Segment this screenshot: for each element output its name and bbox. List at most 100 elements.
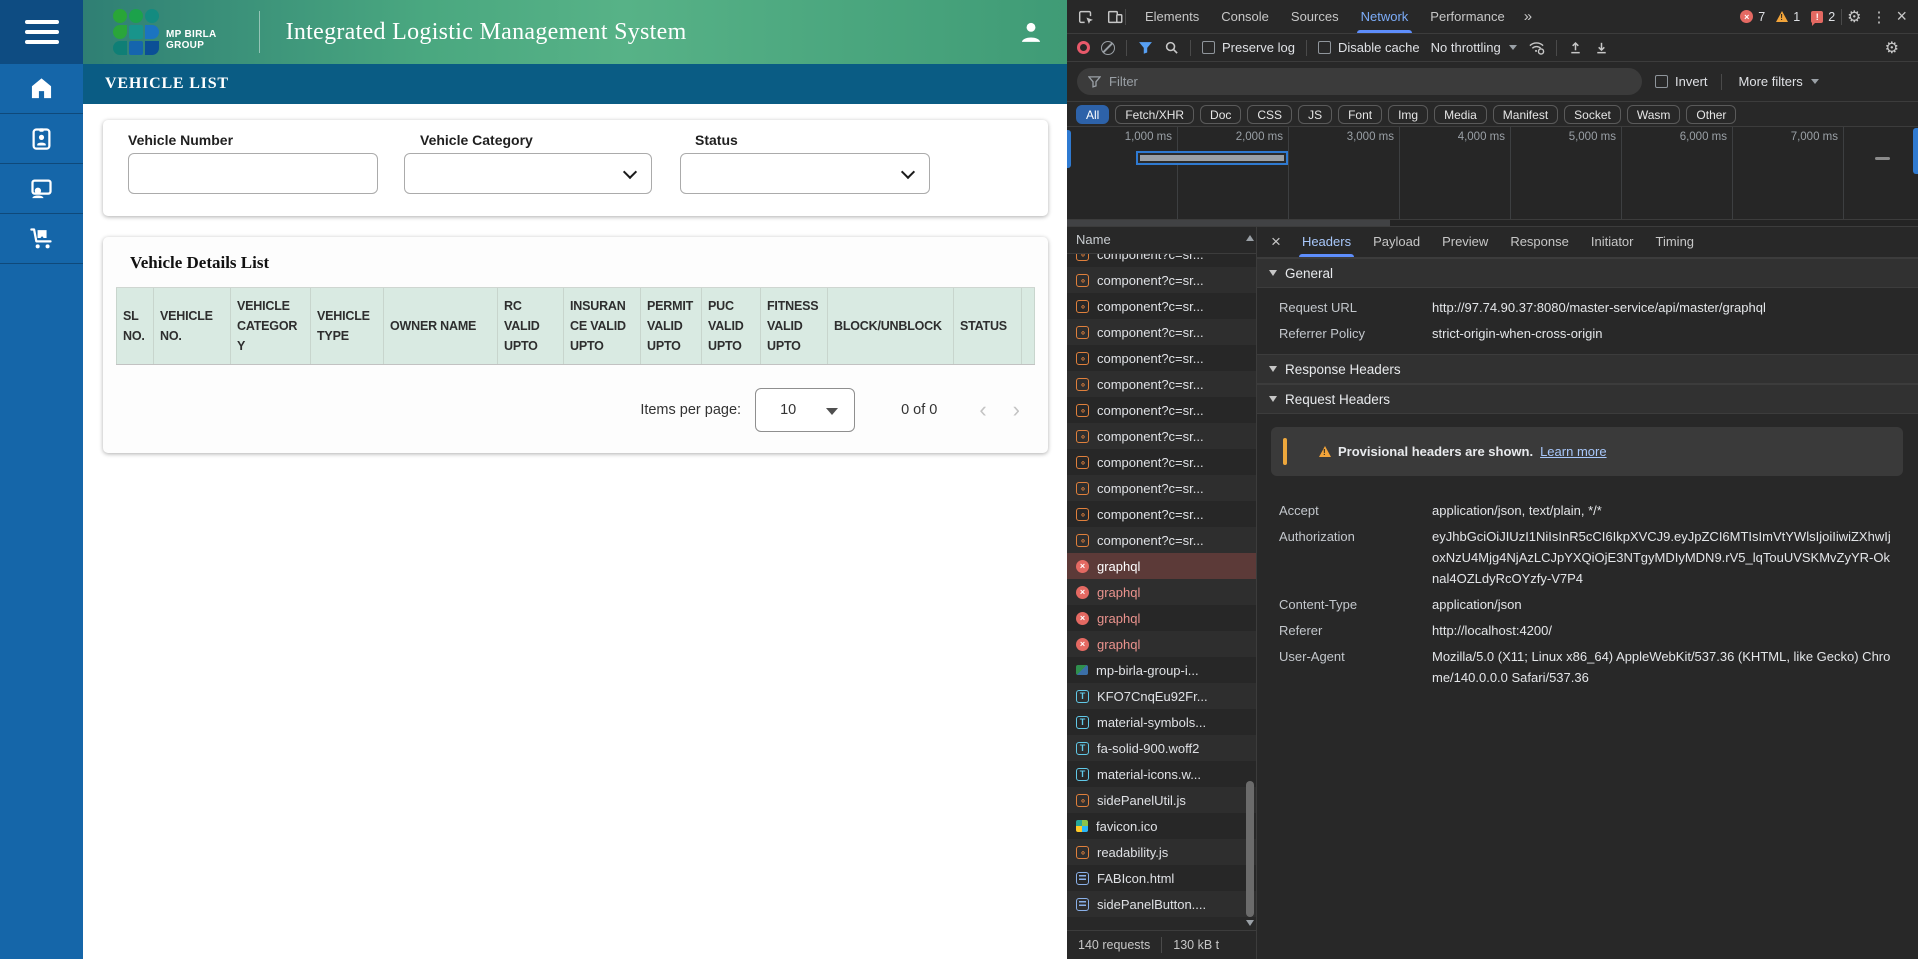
preserve-log-checkbox[interactable]: Preserve log <box>1202 40 1295 55</box>
request-row[interactable]: component?c=sr... <box>1067 345 1256 371</box>
details-tab[interactable]: Preview <box>1431 227 1499 257</box>
invert-checkbox[interactable]: Invert <box>1655 74 1708 89</box>
request-row[interactable]: graphql <box>1067 553 1256 579</box>
request-row[interactable]: component?c=sr... <box>1067 423 1256 449</box>
next-page-button[interactable]: › <box>1013 399 1020 421</box>
inspect-element-icon[interactable] <box>1076 7 1096 27</box>
disable-cache-checkbox[interactable]: Disable cache <box>1317 40 1420 55</box>
scroll-up-icon[interactable] <box>1246 235 1254 241</box>
filter-input[interactable] <box>1109 74 1631 89</box>
error-badge-icon[interactable]: × <box>1740 10 1754 23</box>
issues-badge-icon[interactable]: ! <box>1811 10 1824 26</box>
devtools-tab[interactable]: Elements <box>1134 0 1210 33</box>
type-filter-chip[interactable]: Media <box>1434 104 1487 124</box>
more-filters-button[interactable]: More filters <box>1739 74 1819 89</box>
page-size-select[interactable]: 10 <box>755 388 856 432</box>
request-row[interactable]: graphql <box>1067 605 1256 631</box>
menu-icon[interactable] <box>24 20 59 44</box>
request-row[interactable]: sidePanelUtil.js <box>1067 787 1256 813</box>
type-filter-chip[interactable]: Font <box>1338 104 1383 124</box>
details-tab[interactable]: Headers <box>1291 227 1362 257</box>
type-filter-chip[interactable]: Img <box>1388 104 1429 124</box>
devtools-tab[interactable]: Sources <box>1280 0 1350 33</box>
timeline-overview[interactable]: 1,000 ms 2,000 ms 3,000 ms 4,000 ms 5,000 ms… <box>1067 127 1918 220</box>
devtools-tab[interactable]: Performance <box>1419 0 1515 33</box>
type-filter-chip[interactable]: Doc <box>1200 104 1242 124</box>
record-icon[interactable] <box>1077 41 1090 54</box>
close-details-icon[interactable]: × <box>1261 232 1291 252</box>
request-row[interactable]: component?c=sr... <box>1067 475 1256 501</box>
request-row[interactable]: graphql <box>1067 631 1256 657</box>
general-section-header[interactable]: General <box>1257 258 1918 288</box>
sidebar-item-trolley[interactable] <box>0 214 83 264</box>
timeline-selection[interactable] <box>1136 151 1288 165</box>
trolley-icon <box>30 228 52 249</box>
network-conditions-icon[interactable] <box>1528 39 1545 56</box>
sidebar-item-home[interactable] <box>0 64 83 114</box>
clear-icon[interactable] <box>1101 40 1115 55</box>
user-icon[interactable] <box>1017 18 1045 46</box>
type-filter-chip[interactable]: Wasm <box>1626 104 1681 124</box>
details-tab[interactable]: Timing <box>1645 227 1706 257</box>
type-filter-chip[interactable]: JS <box>1298 104 1333 124</box>
more-tabs-icon[interactable]: » <box>1516 8 1540 25</box>
type-filter-chip[interactable]: CSS <box>1247 104 1293 124</box>
details-tab[interactable]: Payload <box>1362 227 1431 257</box>
type-filter-chip[interactable]: All <box>1076 104 1110 124</box>
status-select[interactable] <box>680 153 930 194</box>
timeline-right-handle[interactable] <box>1913 128 1918 174</box>
vehicle-number-input[interactable] <box>128 153 378 194</box>
vehicle-category-select[interactable] <box>404 153 652 194</box>
warning-badge-icon[interactable] <box>1776 11 1789 22</box>
request-row[interactable]: component?c=sr... <box>1067 397 1256 423</box>
previous-page-button[interactable]: ‹ <box>979 399 986 421</box>
request-row[interactable]: component?c=sr... <box>1067 254 1256 267</box>
kebab-menu-icon[interactable]: ⋮ <box>1866 8 1891 26</box>
request-row[interactable]: graphql <box>1067 579 1256 605</box>
devtools-tab[interactable]: Console <box>1210 0 1280 33</box>
request-row[interactable]: KFO7CnqEu92Fr... <box>1067 683 1256 709</box>
throttling-select[interactable]: No throttling <box>1431 40 1517 55</box>
request-row[interactable]: FABIcon.html <box>1067 865 1256 891</box>
details-tab[interactable]: Response <box>1499 227 1580 257</box>
type-filter-chip[interactable]: Fetch/XHR <box>1115 104 1195 124</box>
request-row[interactable]: readability.js <box>1067 839 1256 865</box>
details-tab[interactable]: Initiator <box>1580 227 1645 257</box>
sidebar-item-badge[interactable] <box>0 114 83 164</box>
request-row[interactable]: sidePanelButton.... <box>1067 891 1256 917</box>
name-column-header[interactable]: Name <box>1067 227 1256 254</box>
timeline-scroll-strip[interactable] <box>1067 220 1918 227</box>
request-row[interactable]: mp-birla-group-i... <box>1067 657 1256 683</box>
request-row[interactable]: component?c=sr... <box>1067 501 1256 527</box>
filter-funnel-icon[interactable] <box>1138 40 1153 55</box>
close-devtools-icon[interactable]: × <box>1891 6 1912 27</box>
request-row[interactable]: material-symbols... <box>1067 709 1256 735</box>
import-har-icon[interactable] <box>1568 40 1583 55</box>
search-icon[interactable] <box>1164 40 1179 55</box>
scroll-down-icon[interactable] <box>1246 920 1254 926</box>
response-headers-section-header[interactable]: Response Headers <box>1257 354 1918 384</box>
learn-more-link[interactable]: Learn more <box>1540 444 1606 459</box>
requests-scrollbar[interactable] <box>1245 228 1256 930</box>
request-row[interactable]: material-icons.w... <box>1067 761 1256 787</box>
type-filter-chip[interactable]: Manifest <box>1492 104 1559 124</box>
timeline-left-handle[interactable] <box>1067 130 1071 168</box>
settings-gear-icon[interactable]: ⚙ <box>1842 7 1866 27</box>
sidebar-item-copresent[interactable] <box>0 164 83 214</box>
request-row[interactable]: component?c=sr... <box>1067 319 1256 345</box>
request-row[interactable]: component?c=sr... <box>1067 267 1256 293</box>
export-har-icon[interactable] <box>1594 40 1609 55</box>
request-headers-section-header[interactable]: Request Headers <box>1257 384 1918 414</box>
devtools-tab[interactable]: Network <box>1350 0 1420 33</box>
type-filter-chip[interactable]: Socket <box>1564 104 1621 124</box>
scrollbar-thumb[interactable] <box>1246 781 1254 917</box>
request-row[interactable]: component?c=sr... <box>1067 293 1256 319</box>
device-toolbar-icon[interactable] <box>1105 7 1125 27</box>
type-filter-chip[interactable]: Other <box>1686 104 1737 124</box>
request-row[interactable]: component?c=sr... <box>1067 527 1256 553</box>
request-row[interactable]: fa-solid-900.woff2 <box>1067 735 1256 761</box>
network-settings-gear-icon[interactable]: ⚙ <box>1880 38 1904 58</box>
request-row[interactable]: component?c=sr... <box>1067 449 1256 475</box>
request-row[interactable]: component?c=sr... <box>1067 371 1256 397</box>
request-row[interactable]: favicon.ico <box>1067 813 1256 839</box>
